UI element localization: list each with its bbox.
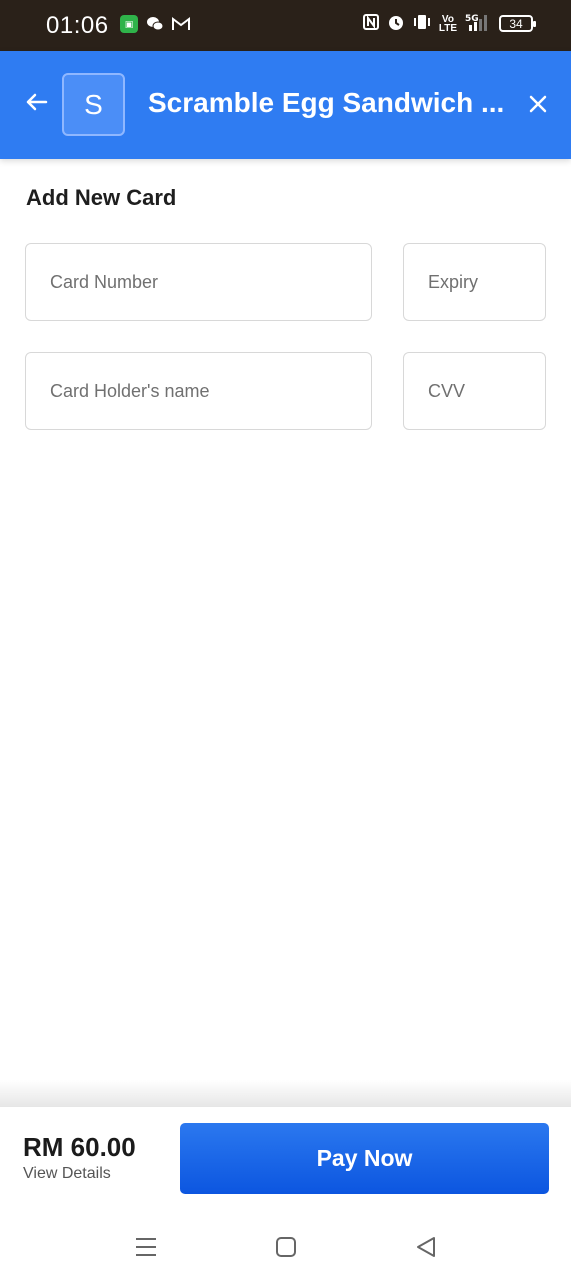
status-bar: 01:06 ▣ Vo LTE 5G 34 [0,0,571,51]
card-holder-input[interactable] [50,380,371,402]
status-right-icons: Vo LTE 5G 34 [362,13,536,34]
view-details-link[interactable]: View Details [23,1165,111,1183]
bottom-bar-shadow [0,1080,571,1108]
volte-icon: Vo LTE [438,13,457,34]
home-icon[interactable] [273,1234,299,1260]
section-title: Add New Card [26,185,177,210]
close-icon[interactable] [526,92,550,116]
battery-icon: 34 [499,15,536,32]
merchant-avatar: S [62,73,125,136]
alarm-icon [387,13,405,34]
status-left-icons: ▣ [120,15,190,33]
back-arrow-icon[interactable] [22,87,52,117]
expiry-input[interactable] [428,271,545,293]
vibrate-icon [413,13,431,34]
gmail-icon [172,15,190,33]
card-number-input[interactable] [50,271,371,293]
back-triangle-icon[interactable] [413,1234,439,1260]
menu-icon[interactable] [133,1234,159,1260]
expiry-field[interactable] [403,243,546,321]
page-title: Scramble Egg Sandwich ... [148,87,505,118]
system-nav-bar [0,1210,571,1280]
wechat-icon [146,15,164,33]
status-time: 01:06 [46,12,109,39]
card-number-field[interactable] [25,243,372,321]
app-header: S Scramble Egg Sandwich ... [0,51,571,159]
card-holder-field[interactable] [25,352,372,430]
total-amount: RM 60.00 [23,1132,136,1162]
pay-now-button[interactable]: Pay Now [180,1123,549,1194]
5g-signal-icon: 5G [465,13,491,34]
cvv-input[interactable] [428,380,545,402]
notification-app-icon: ▣ [120,15,138,33]
nfc-icon [362,14,379,33]
cvv-field[interactable] [403,352,546,430]
